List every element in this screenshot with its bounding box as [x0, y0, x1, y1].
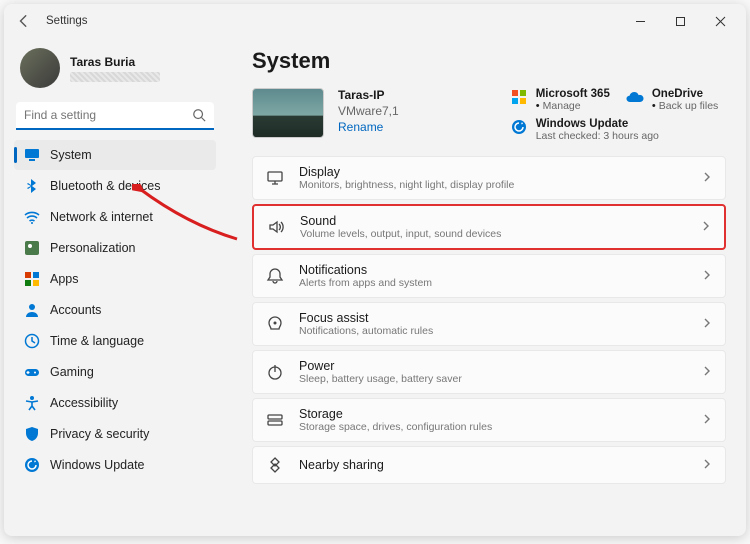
- sidebar-item-apps[interactable]: Apps: [14, 264, 216, 294]
- focus-icon: [265, 314, 285, 334]
- sound-icon: [266, 217, 286, 237]
- bluetooth-icon: [24, 178, 40, 194]
- apps-icon: [24, 271, 40, 287]
- chevron-right-icon: [700, 220, 712, 235]
- row-notifications[interactable]: NotificationsAlerts from apps and system: [252, 254, 726, 298]
- card-ms365[interactable]: Microsoft 365• Manage: [510, 88, 610, 112]
- sidebar-item-personalization[interactable]: Personalization: [14, 233, 216, 263]
- profile[interactable]: Taras Buria: [14, 44, 216, 98]
- sidebar-item-time[interactable]: Time & language: [14, 326, 216, 356]
- window-controls: [620, 6, 740, 36]
- accessibility-icon: [24, 395, 40, 411]
- profile-name: Taras Buria: [70, 55, 160, 69]
- rename-link[interactable]: Rename: [338, 120, 399, 134]
- row-sound[interactable]: SoundVolume levels, output, input, sound…: [252, 204, 726, 250]
- row-subtitle: Sleep, battery usage, battery saver: [299, 373, 462, 385]
- update-icon: [24, 457, 40, 473]
- row-subtitle: Storage space, drives, configuration rul…: [299, 421, 492, 433]
- row-title: Power: [299, 359, 462, 373]
- row-title: Notifications: [299, 263, 432, 277]
- sidebar-item-gaming[interactable]: Gaming: [14, 357, 216, 387]
- close-button[interactable]: [700, 6, 740, 36]
- personalization-icon: [24, 240, 40, 256]
- row-title: Storage: [299, 407, 492, 421]
- sidebar-item-accessibility[interactable]: Accessibility: [14, 388, 216, 418]
- ms365-icon: [510, 88, 528, 106]
- sidebar-item-system[interactable]: System: [14, 140, 216, 170]
- device-thumbnail: [252, 88, 324, 138]
- row-subtitle: Alerts from apps and system: [299, 277, 432, 289]
- profile-email-redacted: [70, 72, 160, 82]
- sidebar-item-label: Network & internet: [50, 210, 153, 224]
- display-icon: [265, 168, 285, 188]
- row-storage[interactable]: StorageStorage space, drives, configurat…: [252, 398, 726, 442]
- row-power[interactable]: PowerSleep, battery usage, battery saver: [252, 350, 726, 394]
- sidebar-item-label: Time & language: [50, 334, 144, 348]
- row-title: Nearby sharing: [299, 458, 384, 472]
- sidebar-item-label: System: [50, 148, 92, 162]
- search-icon: [192, 108, 206, 125]
- sidebar-item-label: Windows Update: [50, 458, 145, 472]
- minimize-button[interactable]: [620, 6, 660, 36]
- row-focus[interactable]: Focus assistNotifications, automatic rul…: [252, 302, 726, 346]
- nearby-icon: [265, 455, 285, 475]
- row-title: Sound: [300, 214, 501, 228]
- chevron-right-icon: [701, 458, 713, 473]
- network-icon: [24, 209, 40, 225]
- chevron-right-icon: [701, 317, 713, 332]
- window-title: Settings: [46, 15, 88, 27]
- settings-window: Settings Taras Buria System Bluetooth & d…: [4, 4, 746, 536]
- chevron-right-icon: [701, 413, 713, 428]
- page-heading: System: [252, 48, 726, 74]
- device-model: VMware7,1: [338, 104, 399, 118]
- sidebar-item-label: Gaming: [50, 365, 94, 379]
- power-icon: [265, 362, 285, 382]
- avatar: [20, 48, 60, 88]
- device-row: Taras-IP VMware7,1 Rename Microsoft 365•…: [252, 88, 726, 142]
- sidebar-item-privacy[interactable]: Privacy & security: [14, 419, 216, 449]
- sidebar-item-label: Bluetooth & devices: [50, 179, 161, 193]
- accounts-icon: [24, 302, 40, 318]
- gaming-icon: [24, 364, 40, 380]
- row-display[interactable]: DisplayMonitors, brightness, night light…: [252, 156, 726, 200]
- card-onedrive[interactable]: OneDrive• Back up files: [626, 88, 726, 112]
- sidebar-item-label: Accounts: [50, 303, 101, 317]
- time-icon: [24, 333, 40, 349]
- row-subtitle: Monitors, brightness, night light, displ…: [299, 179, 514, 191]
- row-title: Focus assist: [299, 311, 433, 325]
- search-box[interactable]: [16, 102, 214, 130]
- system-icon: [24, 147, 40, 163]
- sidebar-item-accounts[interactable]: Accounts: [14, 295, 216, 325]
- device-name: Taras-IP: [338, 88, 399, 102]
- row-nearby[interactable]: Nearby sharing: [252, 446, 726, 484]
- card-windows-update[interactable]: Windows UpdateLast checked: 3 hours ago: [510, 118, 726, 142]
- settings-list: DisplayMonitors, brightness, night light…: [252, 156, 726, 484]
- sidebar-item-update[interactable]: Windows Update: [14, 450, 216, 480]
- update-icon: [510, 118, 528, 136]
- search-input[interactable]: [16, 102, 214, 130]
- titlebar: Settings: [4, 4, 746, 38]
- sidebar-item-network[interactable]: Network & internet: [14, 202, 216, 232]
- back-button[interactable]: [10, 7, 38, 35]
- row-subtitle: Volume levels, output, input, sound devi…: [300, 228, 501, 240]
- main-content: System Taras-IP VMware7,1 Rename Microso…: [222, 38, 746, 536]
- onedrive-icon: [626, 88, 644, 106]
- chevron-right-icon: [701, 365, 713, 380]
- maximize-button[interactable]: [660, 6, 700, 36]
- sidebar-item-label: Accessibility: [50, 396, 118, 410]
- sidebar-item-label: Personalization: [50, 241, 135, 255]
- storage-icon: [265, 410, 285, 430]
- chevron-right-icon: [701, 269, 713, 284]
- chevron-right-icon: [701, 171, 713, 186]
- sidebar-item-bluetooth[interactable]: Bluetooth & devices: [14, 171, 216, 201]
- sidebar-item-label: Apps: [50, 272, 79, 286]
- row-subtitle: Notifications, automatic rules: [299, 325, 433, 337]
- notifications-icon: [265, 266, 285, 286]
- sidebar: Taras Buria System Bluetooth & devices Net…: [4, 38, 222, 536]
- sidebar-item-label: Privacy & security: [50, 427, 149, 441]
- privacy-icon: [24, 426, 40, 442]
- row-title: Display: [299, 165, 514, 179]
- nav-list: System Bluetooth & devices Network & inter…: [14, 140, 216, 480]
